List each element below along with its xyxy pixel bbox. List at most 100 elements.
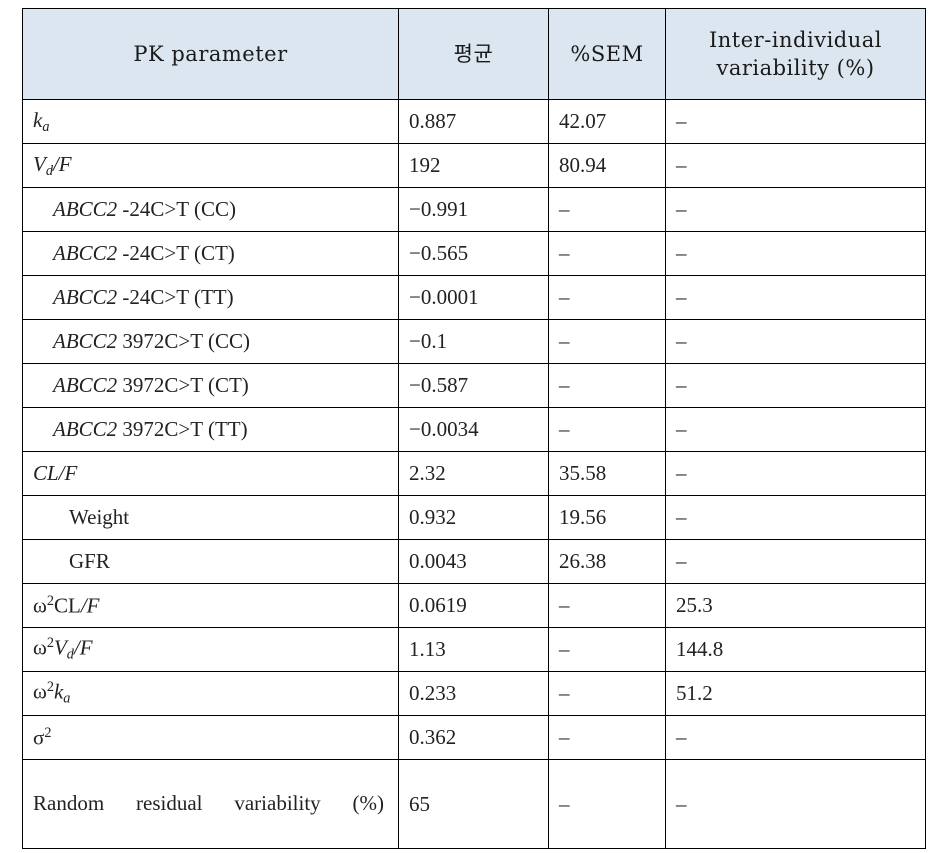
cell-sem: 35.58 xyxy=(548,451,666,496)
cell-sem: – xyxy=(548,759,666,849)
row-param-abcc2-3972ct-ct: ABCC2 3972C>T (CT) xyxy=(22,363,399,408)
table-row: CL/F 2.32 35.58 – xyxy=(22,451,926,496)
column-header-mean: 평균 xyxy=(398,8,549,100)
table-row: ka 0.887 42.07 – xyxy=(22,99,926,144)
cell-iiv: – xyxy=(665,539,926,584)
cell-mean: −0.991 xyxy=(398,187,549,232)
table-body: ka 0.887 42.07 – Vd/F 192 80.94 – ABCC2 … xyxy=(22,99,926,849)
table-row: Random residual variability (%) 65 – – xyxy=(22,759,926,849)
table-row: ABCC2 -24C>T (CC) −0.991 – – xyxy=(22,187,926,232)
column-header-percent-sem: %SEM xyxy=(548,8,666,100)
row-param-random-residual-variability: Random residual variability (%) xyxy=(22,759,399,849)
table-row: GFR 0.0043 26.38 – xyxy=(22,539,926,584)
cell-sem: 26.38 xyxy=(548,539,666,584)
gene-name: ABCC2 xyxy=(53,329,118,353)
row-param-abcc2-24ct-cc: ABCC2 -24C>T (CC) xyxy=(22,187,399,232)
param-cl: CL xyxy=(53,593,81,618)
cell-mean: 0.0619 xyxy=(398,583,549,628)
cell-iiv: – xyxy=(665,495,926,540)
omega-superscript-2: 2 xyxy=(46,635,54,652)
row-param-ka: ka xyxy=(22,99,399,144)
cell-mean: −0.1 xyxy=(398,319,549,364)
param-slash-f: /F xyxy=(52,151,72,176)
row-param-weight: Weight xyxy=(22,495,399,540)
cell-iiv: – xyxy=(665,715,926,760)
gene-name: ABCC2 xyxy=(53,285,118,309)
row-param-gfr: GFR xyxy=(22,539,399,584)
cell-mean: −0.0034 xyxy=(398,407,549,452)
cell-sem: 42.07 xyxy=(548,99,666,144)
gene-name: ABCC2 xyxy=(53,241,118,265)
snp-variant: -24C>T (TT) xyxy=(117,285,234,309)
param-symbol-k: k xyxy=(53,679,64,704)
cell-sem: 80.94 xyxy=(548,143,666,188)
table-row: ω2ka 0.233 – 51.2 xyxy=(22,671,926,716)
row-param-omega2-vd-f: ω2Vd/F xyxy=(22,627,399,672)
omega-symbol: ω xyxy=(33,679,47,704)
cell-sem: – xyxy=(548,187,666,232)
cell-mean: 65 xyxy=(398,759,549,849)
cell-iiv: – xyxy=(665,319,926,364)
table-header: PK parameter 평균 %SEM Inter-individual va… xyxy=(22,8,926,100)
cell-iiv: – xyxy=(665,187,926,232)
pk-parameter-table-container: PK parameter 평균 %SEM Inter-individual va… xyxy=(22,8,926,849)
gene-name: ABCC2 xyxy=(53,373,118,397)
cell-sem: – xyxy=(548,231,666,276)
sigma-symbol: σ xyxy=(33,725,45,750)
row-param-sigma2: σ2 xyxy=(22,715,399,760)
cell-sem: – xyxy=(548,275,666,320)
cell-iiv: – xyxy=(665,363,926,408)
cell-iiv: – xyxy=(665,231,926,276)
param-symbol-v: V xyxy=(53,635,67,660)
cell-iiv: – xyxy=(665,759,926,849)
omega-superscript-2: 2 xyxy=(46,679,54,696)
param-slash-f: /F xyxy=(73,635,93,660)
snp-variant: 3972C>T (TT) xyxy=(117,417,248,441)
cell-iiv: – xyxy=(665,143,926,188)
cell-sem: – xyxy=(548,627,666,672)
param-symbol-cl-f: CL/F xyxy=(33,461,78,485)
header-row: PK parameter 평균 %SEM Inter-individual va… xyxy=(22,8,926,100)
param-subscript-d: d xyxy=(45,162,53,179)
cell-mean: 192 xyxy=(398,143,549,188)
table-row: σ2 0.362 – – xyxy=(22,715,926,760)
column-header-inter-individual-variability: Inter-individual variability (%) xyxy=(665,8,926,100)
cell-sem: – xyxy=(548,583,666,628)
sigma-superscript-2: 2 xyxy=(44,724,52,741)
param-subscript-a: a xyxy=(42,118,50,135)
table-row: ABCC2 -24C>T (CT) −0.565 – – xyxy=(22,231,926,276)
table-row: ABCC2 -24C>T (TT) −0.0001 – – xyxy=(22,275,926,320)
cell-sem: – xyxy=(548,671,666,716)
cell-mean: −0.587 xyxy=(398,363,549,408)
cell-mean: −0.565 xyxy=(398,231,549,276)
column-header-pk-parameter: PK parameter xyxy=(22,8,399,100)
cell-iiv: 25.3 xyxy=(665,583,926,628)
row-param-abcc2-24ct-tt: ABCC2 -24C>T (TT) xyxy=(22,275,399,320)
param-subscript-a: a xyxy=(63,690,71,707)
cell-mean: 0.887 xyxy=(398,99,549,144)
cell-iiv: 144.8 xyxy=(665,627,926,672)
header-iiv-line1: Inter-individual xyxy=(708,27,882,52)
random-line2: (%) xyxy=(352,791,384,816)
table-row: ω2CL/F 0.0619 – 25.3 xyxy=(22,583,926,628)
cell-iiv: – xyxy=(665,407,926,452)
omega-symbol: ω xyxy=(33,635,47,660)
param-subscript-d: d xyxy=(66,646,74,663)
snp-variant: -24C>T (CT) xyxy=(117,241,235,265)
table-row: ABCC2 3972C>T (CT) −0.587 – – xyxy=(22,363,926,408)
snp-variant: 3972C>T (CC) xyxy=(117,329,250,353)
cell-mean: 0.362 xyxy=(398,715,549,760)
table-row: ω2Vd/F 1.13 – 144.8 xyxy=(22,627,926,672)
gene-name: ABCC2 xyxy=(53,197,118,221)
row-param-omega2-ka: ω2ka xyxy=(22,671,399,716)
param-slash-f: /F xyxy=(80,593,100,618)
snp-variant: -24C>T (CC) xyxy=(117,197,236,221)
param-symbol-v: V xyxy=(33,151,46,176)
header-iiv-line2: variability (%) xyxy=(716,56,875,80)
cell-mean: 0.233 xyxy=(398,671,549,716)
table-row: ABCC2 3972C>T (TT) −0.0034 – – xyxy=(22,407,926,452)
table-row: Vd/F 192 80.94 – xyxy=(22,143,926,188)
cell-mean: −0.0001 xyxy=(398,275,549,320)
cell-mean: 0.0043 xyxy=(398,539,549,584)
cell-sem: – xyxy=(548,407,666,452)
